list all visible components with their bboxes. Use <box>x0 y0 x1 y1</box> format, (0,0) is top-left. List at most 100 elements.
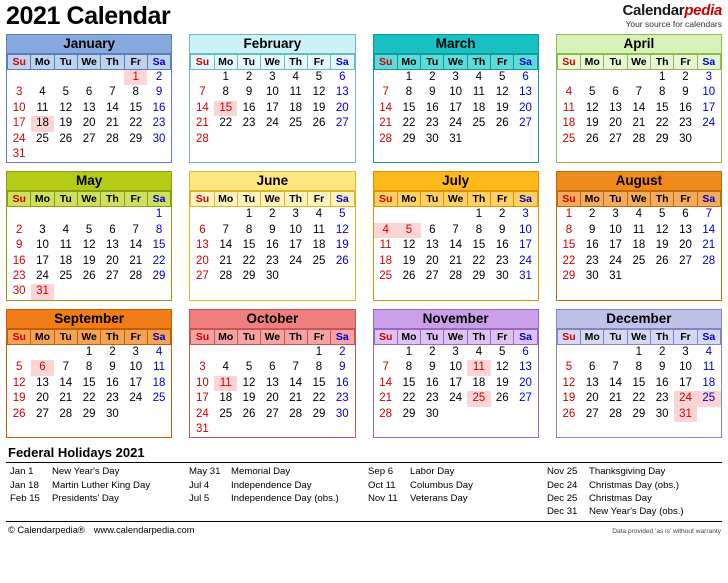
day-cell-empty <box>237 132 260 147</box>
day-cell: 6 <box>85 86 93 99</box>
month-title: October <box>190 309 355 329</box>
month-table: Su Mo Tu We Th Fr Sa 1 2 3 4 5 6 7 8 9 10 11 12 13 14 15 16 17… <box>373 191 538 299</box>
weekday-header-th: Th <box>466 54 492 70</box>
day-cell: 8 <box>85 361 93 374</box>
day-cell: 15 <box>632 376 646 389</box>
day-cell: 4 <box>155 345 163 358</box>
day-cell: 2 <box>589 208 596 221</box>
month-table: Su Mo Tu We Th Fr Sa 1 2 3 4 5 6 7 8 9 10 11 12 13 14 15 16 17… <box>6 54 172 162</box>
day-cell: 19 <box>335 239 349 252</box>
day-cell: 14 <box>289 376 303 389</box>
day-cell: 23 <box>152 117 166 130</box>
day-cell: 23 <box>242 117 256 130</box>
weekday-header-we: We <box>260 328 285 345</box>
week-row: 1 2 3 4 <box>557 344 720 360</box>
day-cell-empty <box>697 269 720 284</box>
day-cell: 27 <box>196 270 209 283</box>
week-row: 14 15 16 17 18 19 20 <box>374 376 537 391</box>
holiday-row: Jul 5 Independence Day (obs.) <box>189 492 364 505</box>
day-cell: 20 <box>519 376 532 389</box>
day-cell: 19 <box>655 239 669 252</box>
day-cell: 22 <box>219 117 233 130</box>
day-cell-empty <box>237 284 260 299</box>
day-cell: 11 <box>472 86 485 99</box>
holiday-date: Sep 6 <box>368 466 394 478</box>
day-cell: 28 <box>702 254 716 267</box>
day-cell: 6 <box>429 223 436 236</box>
day-cell: 24 <box>129 392 143 405</box>
day-cell-empty <box>31 207 54 223</box>
day-cell: 28 <box>449 270 462 283</box>
week-row: 23 24 25 26 27 28 29 <box>8 269 171 284</box>
day-cell: 26 <box>312 117 326 130</box>
day-cell: 22 <box>562 254 576 267</box>
day-cell: 23 <box>655 392 669 405</box>
day-cell: 10 <box>36 239 49 252</box>
day-cell: 16 <box>12 254 26 267</box>
day-cell-empty <box>491 407 514 422</box>
calendarpedia-logo[interactable]: Calendarpedia Your source for calendars <box>623 2 723 30</box>
day-cell: 19 <box>495 376 509 389</box>
day-cell-empty <box>54 147 77 162</box>
holiday-date: Oct 11 <box>368 479 396 491</box>
day-cell: 13 <box>335 86 349 99</box>
day-cell: 15 <box>152 239 166 252</box>
day-cell-empty <box>697 132 720 147</box>
week-row: 14 15 16 17 18 19 20 <box>374 101 537 116</box>
day-cell: 25 <box>312 254 326 267</box>
day-cell: 8 <box>155 223 163 236</box>
day-cell: 2 <box>155 71 163 83</box>
day-cell-empty <box>77 284 100 299</box>
day-cell: 4 <box>565 86 573 99</box>
footer-website[interactable]: www.calendarpedia.com <box>94 525 195 535</box>
day-cell: 17 <box>609 239 622 252</box>
day-cell-empty <box>191 284 214 299</box>
day-cell: 10 <box>702 86 716 99</box>
day-cell: 17 <box>12 117 26 130</box>
day-cell: 7 <box>382 361 389 374</box>
day-cell: 20 <box>196 254 209 267</box>
day-cell: 19 <box>585 117 599 130</box>
weekday-header-tu: Tu <box>236 328 262 345</box>
week-row <box>557 284 720 299</box>
day-cell: 30 <box>495 270 509 283</box>
week-row: 19 20 21 22 23 24 25 <box>8 391 171 406</box>
day-cell: 1 <box>124 69 148 86</box>
weekday-header-mo: Mo <box>396 54 422 70</box>
day-cell-empty <box>331 132 354 147</box>
week-row: 1 2 3 4 5 6 <box>374 344 537 360</box>
day-cell: 8 <box>635 361 643 374</box>
day-cell: 28 <box>219 270 233 283</box>
day-cell: 10 <box>449 86 462 99</box>
week-row <box>374 147 537 162</box>
week-row: 12 13 14 15 16 17 18 <box>557 376 720 391</box>
day-cell: 28 <box>129 270 143 283</box>
day-cell: 14 <box>379 376 393 389</box>
day-cell: 10 <box>449 361 462 374</box>
weekday-header-fr: Fr <box>673 191 698 208</box>
holiday-row: Dec 25 Christmas Day <box>547 492 722 505</box>
month-title: November <box>373 309 538 329</box>
day-cell: 20 <box>679 239 692 252</box>
day-cell-empty <box>374 147 397 162</box>
holiday-name: Christmas Day (obs.) <box>589 479 680 491</box>
day-cell-empty <box>8 207 31 223</box>
day-cell-empty <box>101 422 124 437</box>
week-row: 13 14 15 16 17 18 19 <box>191 238 354 253</box>
month-title: September <box>7 309 172 329</box>
week-row: 10 11 12 13 14 15 16 <box>8 101 171 116</box>
day-cell-empty <box>54 70 77 86</box>
week-row: 12 <box>191 344 354 360</box>
day-cell: 21 <box>702 239 716 252</box>
weekday-header-su: Su <box>373 191 398 208</box>
week-row: 28 <box>191 132 354 147</box>
day-cell: 30 <box>265 270 279 283</box>
day-cell-empty <box>397 284 420 299</box>
day-cell: 28 <box>609 407 622 420</box>
day-cell-empty <box>191 147 214 162</box>
day-cell: 12 <box>59 101 73 114</box>
day-cell-empty <box>54 207 77 223</box>
day-cell-empty <box>397 207 420 223</box>
weekday-header-th: Th <box>283 54 308 70</box>
day-cell: 20 <box>519 101 532 114</box>
